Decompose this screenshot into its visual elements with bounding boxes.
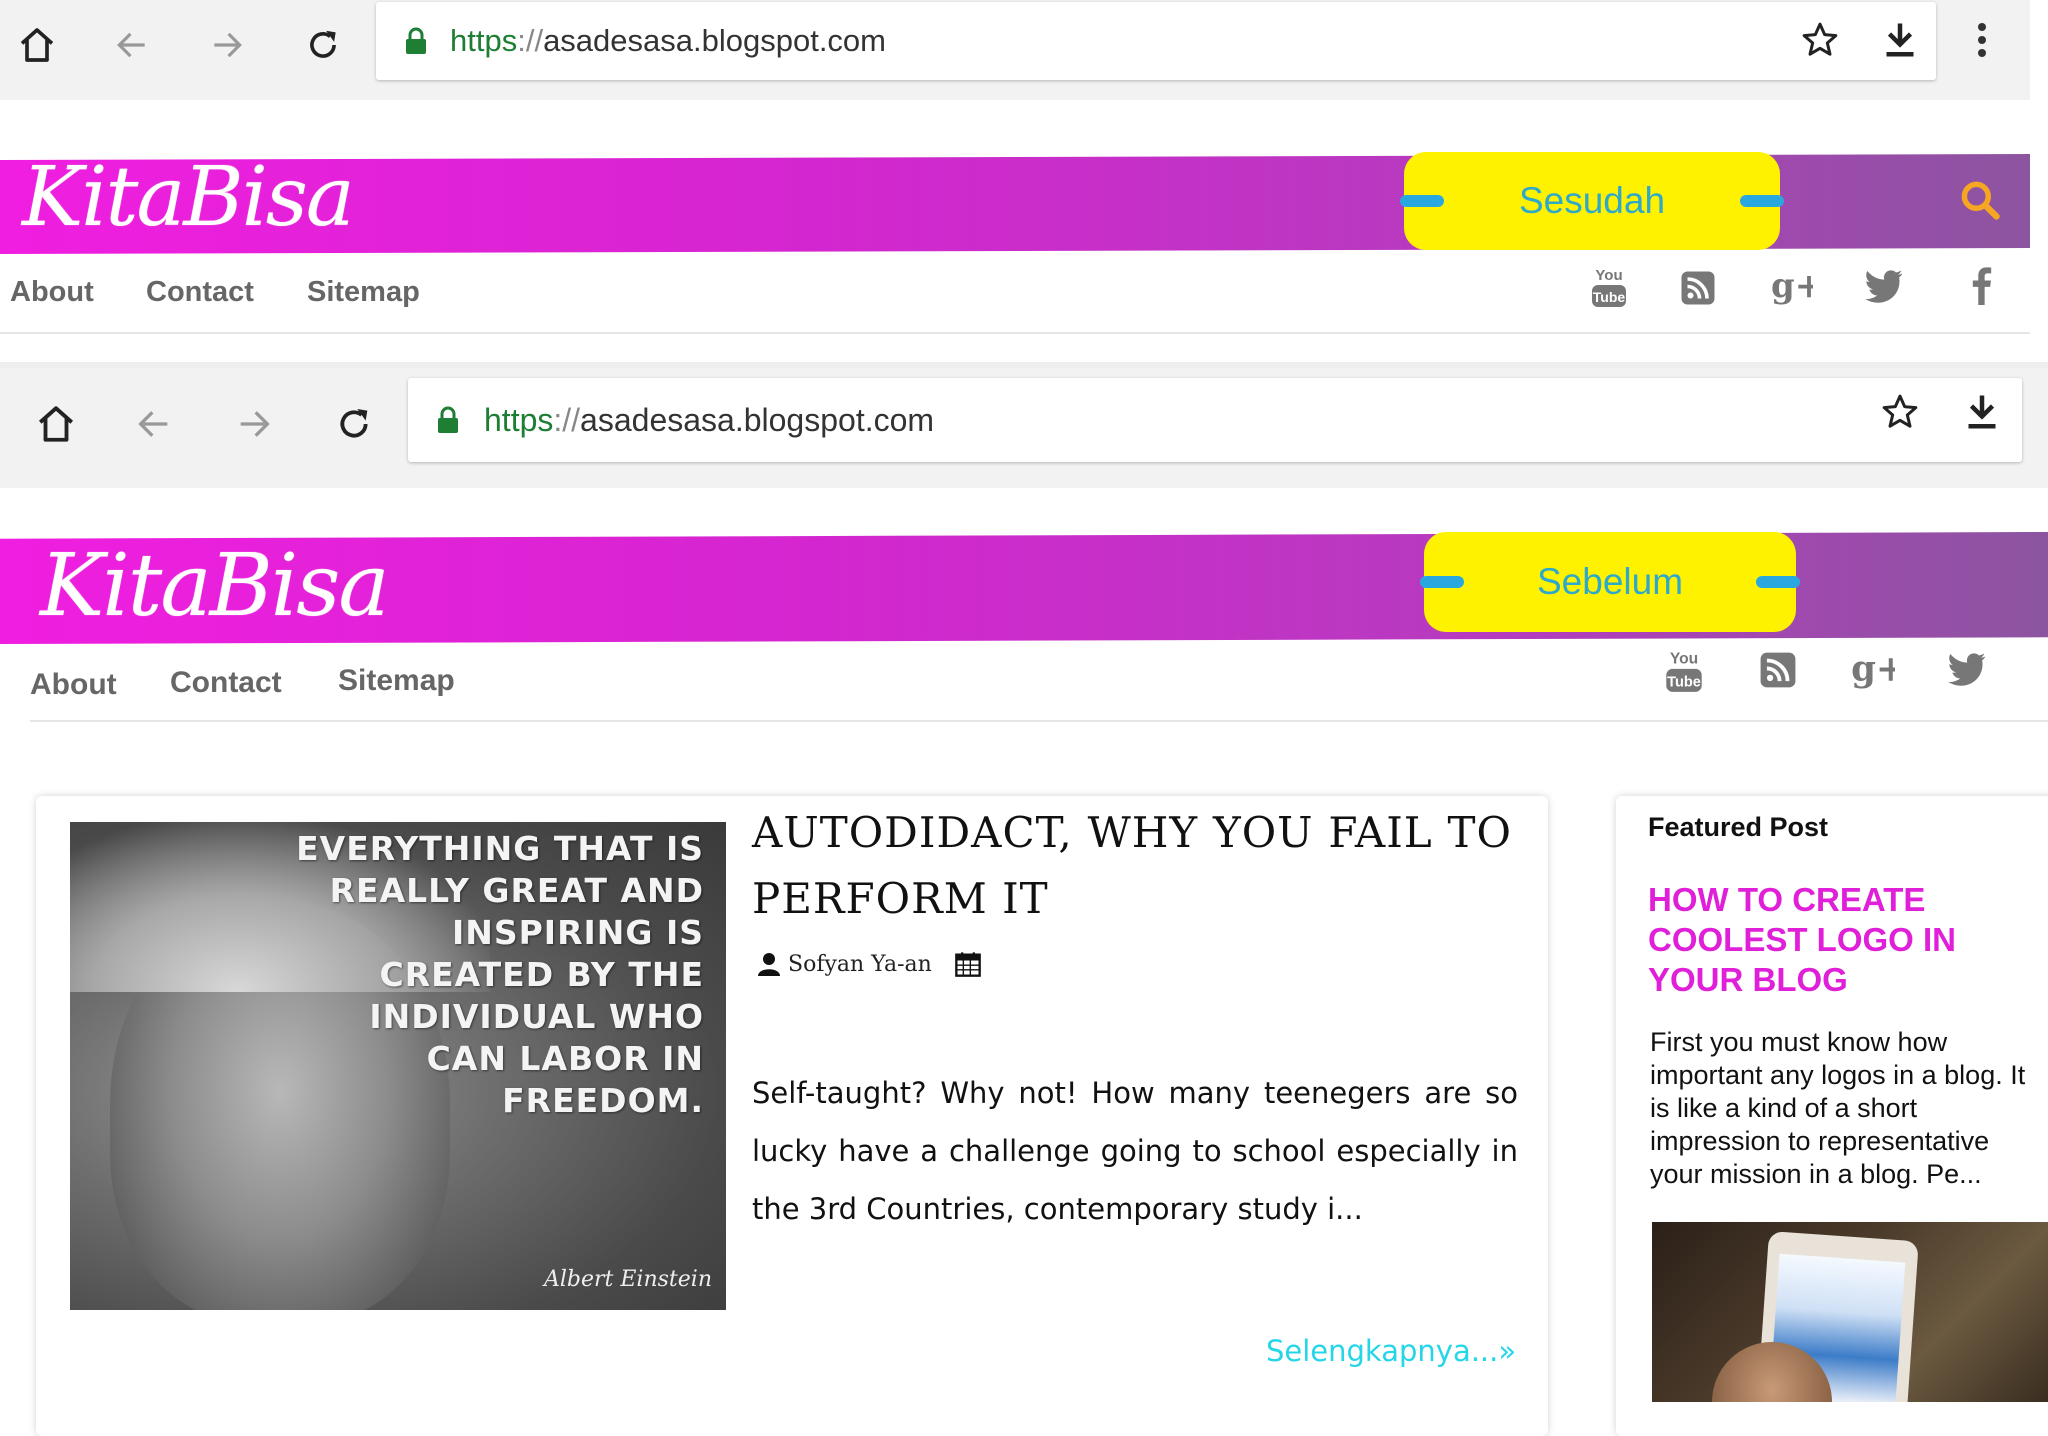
nav-contact-bottom[interactable]: Contact bbox=[170, 666, 282, 700]
twitter-icon[interactable] bbox=[1944, 648, 1990, 690]
menu-kebab-icon[interactable] bbox=[1962, 14, 2002, 66]
youtube-icon[interactable]: You Tube bbox=[1588, 262, 1630, 312]
download-icon[interactable] bbox=[1956, 386, 2008, 438]
post-excerpt: Self-taught? Why not! How many teenegers… bbox=[752, 1076, 1518, 1226]
sebelum-tag: Sebelum bbox=[1420, 532, 1800, 632]
post-thumbnail[interactable]: EVERYTHING THAT IS REALLY GREAT AND INSP… bbox=[70, 822, 726, 1310]
nav-about-top[interactable]: About bbox=[10, 276, 94, 309]
rss-icon[interactable] bbox=[1756, 648, 1800, 692]
nav-about-bottom[interactable]: About bbox=[30, 668, 117, 702]
featured-post-snippet: First you must know how important any lo… bbox=[1650, 1027, 2026, 1189]
svg-text:You: You bbox=[1595, 267, 1622, 284]
youtube-icon[interactable]: You Tube bbox=[1662, 644, 1706, 698]
post-title[interactable]: AUTODIDACT, WHY YOU FAIL TO PERFORM IT bbox=[752, 800, 1512, 932]
featured-post-image[interactable] bbox=[1652, 1222, 2048, 1402]
nav-contact-top[interactable]: Contact bbox=[146, 276, 254, 309]
search-icon[interactable] bbox=[1952, 172, 2008, 228]
top-browser-toolbar: https://asadesasa.blogspot.com bbox=[0, 0, 2030, 100]
read-more-link[interactable]: Selengkapnya...» bbox=[1266, 1334, 1516, 1368]
svg-text:Tube: Tube bbox=[1593, 289, 1626, 305]
back-icon[interactable] bbox=[105, 18, 159, 72]
post-meta: Sofyan Ya-an bbox=[758, 950, 982, 978]
reload-icon[interactable] bbox=[326, 396, 382, 452]
back-icon[interactable] bbox=[126, 396, 182, 452]
image-quote-text: EVERYTHING THAT IS REALLY GREAT AND INSP… bbox=[296, 829, 704, 1120]
bookmark-star-icon[interactable] bbox=[1794, 14, 1846, 66]
url-text[interactable]: https://asadesasa.blogspot.com bbox=[484, 402, 934, 439]
bottom-header-divider bbox=[30, 720, 2048, 722]
image-quote-author: Albert Einstein bbox=[544, 1267, 712, 1292]
home-icon[interactable] bbox=[28, 396, 84, 452]
download-icon[interactable] bbox=[1874, 14, 1926, 66]
tag-dash-left bbox=[1420, 576, 1464, 588]
post-author[interactable]: Sofyan Ya-an bbox=[788, 952, 932, 977]
top-header-divider bbox=[0, 332, 2030, 334]
reload-icon[interactable] bbox=[296, 18, 350, 72]
rss-icon[interactable] bbox=[1678, 268, 1718, 308]
address-bar[interactable]: https://asadesasa.blogspot.com bbox=[408, 378, 2022, 462]
sesudah-tag: Sesudah bbox=[1400, 152, 1784, 250]
facebook-icon[interactable] bbox=[1964, 262, 1998, 308]
site-logo[interactable]: KitaBisa bbox=[22, 150, 355, 245]
sebelum-tag-label: Sebelum bbox=[1536, 561, 1684, 602]
twitter-icon[interactable] bbox=[1862, 266, 1906, 306]
calendar-icon bbox=[954, 950, 982, 978]
site-logo[interactable]: KitaBisa bbox=[40, 536, 390, 636]
tag-dash-left bbox=[1400, 195, 1444, 207]
featured-post-heading: Featured Post bbox=[1648, 812, 1829, 842]
tag-dash-right bbox=[1756, 576, 1800, 588]
svg-text:g+: g+ bbox=[1771, 266, 1813, 306]
forward-icon[interactable] bbox=[226, 396, 282, 452]
lock-icon bbox=[436, 406, 460, 434]
user-icon bbox=[758, 952, 780, 976]
nav-sitemap-top[interactable]: Sitemap bbox=[307, 276, 420, 309]
lock-icon bbox=[404, 27, 428, 55]
featured-post-title[interactable]: HOW TO CREATE COOLEST LOGO IN YOUR BLOG bbox=[1648, 880, 2048, 1000]
google-plus-icon[interactable]: g+ bbox=[1848, 644, 1896, 692]
tag-dash-right bbox=[1740, 195, 1784, 207]
bookmark-star-icon[interactable] bbox=[1874, 386, 1926, 438]
home-icon[interactable] bbox=[10, 18, 64, 72]
forward-icon[interactable] bbox=[200, 18, 254, 72]
sesudah-tag-label: Sesudah bbox=[1518, 180, 1666, 221]
svg-text:Tube: Tube bbox=[1667, 675, 1701, 691]
google-plus-icon[interactable]: g+ bbox=[1768, 262, 1814, 308]
nav-sitemap-bottom[interactable]: Sitemap bbox=[338, 664, 455, 698]
address-bar[interactable]: https://asadesasa.blogspot.com bbox=[376, 2, 1936, 80]
svg-text:You: You bbox=[1670, 651, 1698, 668]
svg-text:g+: g+ bbox=[1851, 649, 1895, 690]
bottom-browser-toolbar: https://asadesasa.blogspot.com bbox=[0, 368, 2048, 488]
url-text[interactable]: https://asadesasa.blogspot.com bbox=[450, 23, 886, 59]
